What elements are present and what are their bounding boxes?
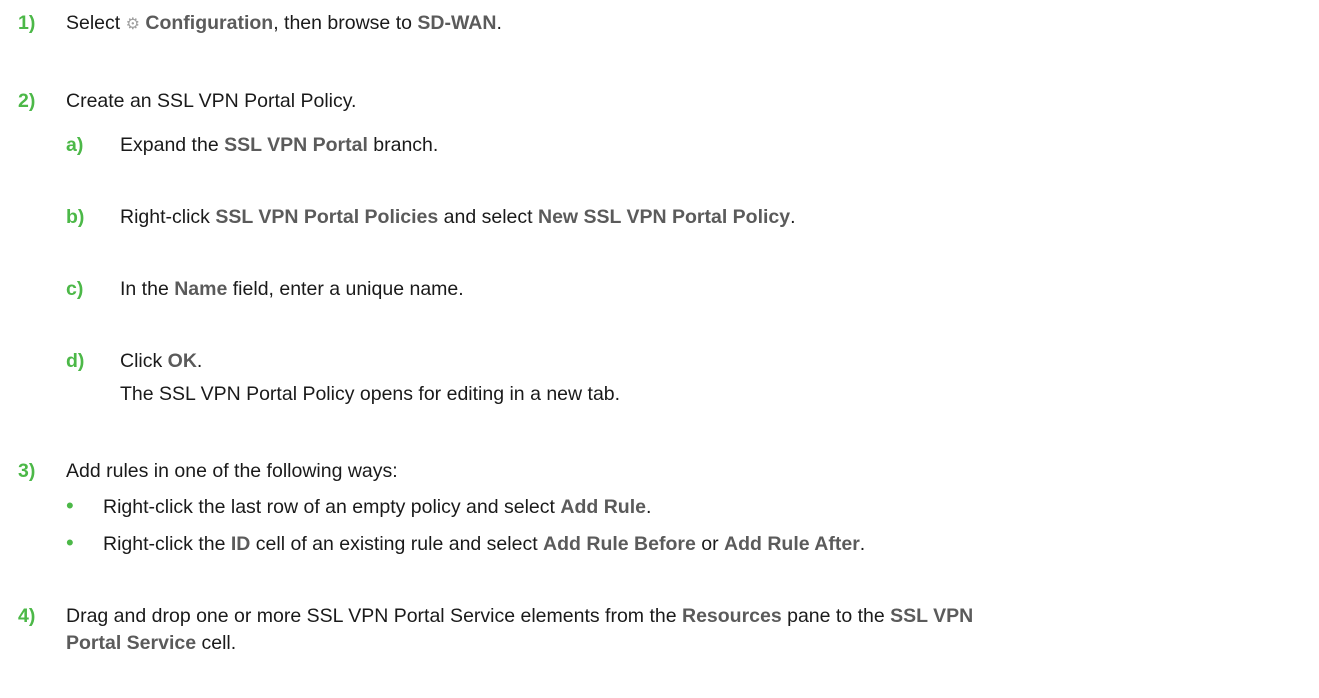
ui-term: OK — [167, 350, 197, 372]
step-text: , then browse to — [273, 12, 418, 34]
substep-number: c) — [66, 278, 84, 300]
step-text: . — [196, 350, 203, 372]
step-text: branch. — [367, 134, 439, 156]
bullet-1-text: Right-click the last row of an empty pol… — [103, 496, 651, 519]
step-text: In the — [120, 278, 175, 300]
step-3-text: Add rules in one of the following ways: — [66, 460, 398, 482]
step-number: 2) — [18, 90, 36, 112]
ui-term: Configuration — [145, 12, 274, 34]
step-text: Expand the — [120, 134, 225, 156]
step-text: and select — [438, 206, 538, 228]
substep-number: d) — [66, 350, 85, 372]
bullet-icon: • — [66, 493, 74, 518]
gear-icon: ⚙ — [125, 16, 140, 33]
step-text: Right-click the — [103, 533, 231, 555]
ui-term: Name — [174, 278, 228, 300]
substep-number: b) — [66, 206, 85, 228]
substep-number: a) — [66, 134, 84, 156]
step-text: . — [790, 206, 796, 228]
step-number: 3) — [18, 460, 36, 482]
step-text: or — [695, 533, 724, 555]
step-text: cell. — [196, 632, 237, 654]
ui-term: SSL VPN Portal — [224, 134, 368, 156]
step-text: Drag and drop one or more SSL VPN Portal… — [66, 605, 682, 627]
step-4-text-cont: Portal Service cell. — [66, 632, 236, 655]
step-text: . — [496, 12, 502, 34]
ui-term: New SSL VPN Portal Policy — [537, 206, 791, 228]
ui-term: Resources — [681, 605, 782, 627]
step-result-text: The SSL VPN Portal Policy opens for edit… — [120, 383, 621, 405]
step-text: Right-click — [120, 206, 216, 228]
ui-term: Add Rule — [560, 496, 646, 518]
step-number: 4) — [18, 605, 36, 627]
bullet-icon: • — [66, 530, 74, 555]
ui-term: Portal Service — [66, 632, 197, 654]
bullet-2-text: Right-click the ID cell of an existing r… — [103, 533, 865, 556]
ui-term: Add Rule After — [724, 533, 860, 555]
step-text: pane to the — [781, 605, 891, 627]
step-number: 1) — [18, 12, 36, 34]
ui-term: SD-WAN — [417, 12, 497, 34]
ui-term: ID — [230, 533, 251, 555]
step-text: cell of an existing rule and select — [250, 533, 544, 555]
step-text: . — [645, 496, 652, 518]
ui-term: Add Rule Before — [543, 533, 696, 555]
step-text: Click — [120, 350, 168, 372]
step-4-text: Drag and drop one or more SSL VPN Portal… — [66, 605, 973, 628]
substep-b-text: Right-click SSL VPN Portal Policies and … — [120, 206, 796, 229]
step-text: field, enter a unique name. — [227, 278, 464, 300]
substep-c-text: In the Name field, enter a unique name. — [120, 278, 464, 301]
step-2-text: Create an SSL VPN Portal Policy. — [66, 90, 357, 112]
step-text: Right-click the last row of an empty pol… — [103, 496, 561, 518]
substep-a-text: Expand the SSL VPN Portal branch. — [120, 134, 438, 157]
ui-term: SSL VPN — [890, 605, 974, 627]
step-text: . — [859, 533, 866, 555]
ui-term: SSL VPN Portal Policies — [215, 206, 439, 228]
step-1-text: Select ⚙ Configuration, then browse to S… — [66, 12, 502, 35]
step-text: Select — [66, 12, 126, 34]
substep-d-text: Click OK. — [120, 350, 202, 373]
